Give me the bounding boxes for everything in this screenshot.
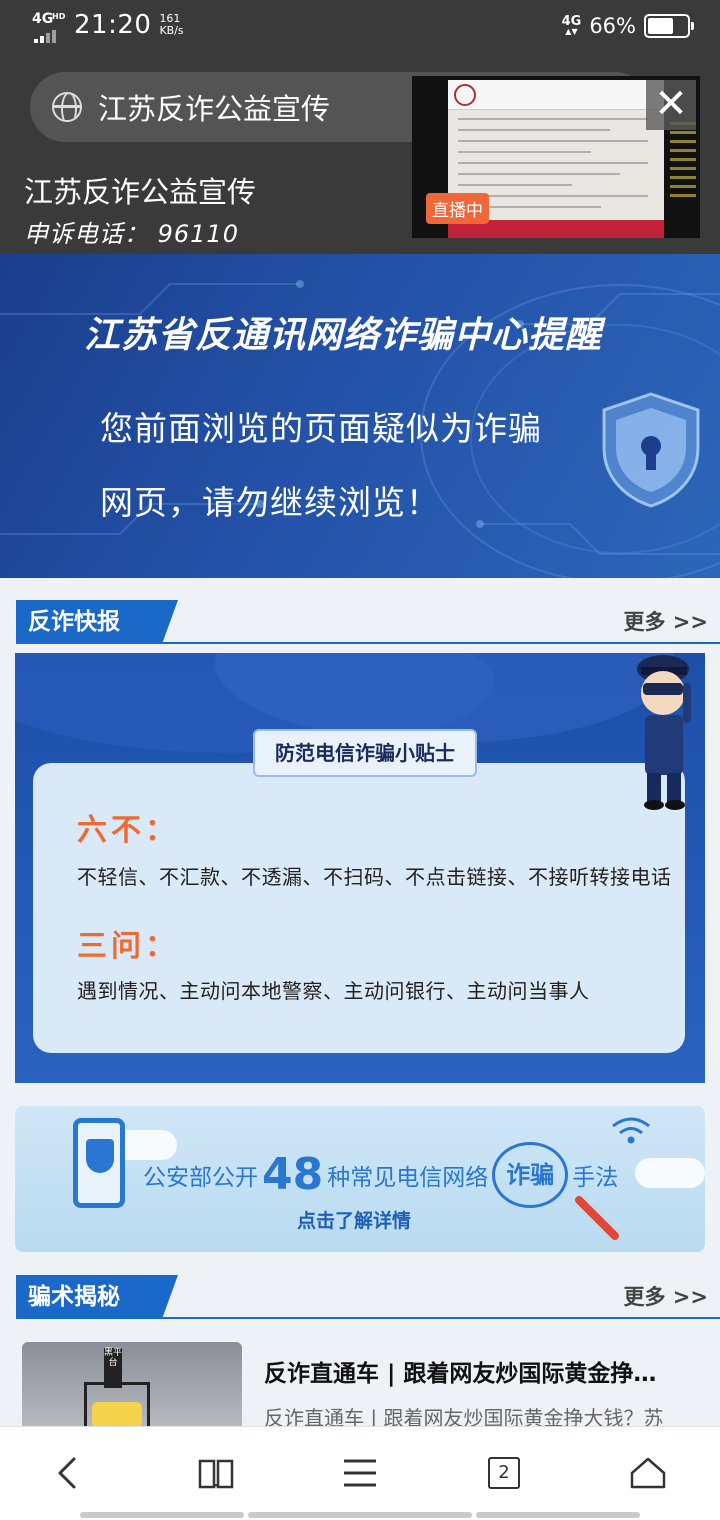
- home-icon: [630, 1457, 666, 1489]
- anti-fraud-tips-card[interactable]: 防范电信诈骗小贴士 六不： 不轻信、不汇款、不透漏、不扫码、不点击链接、不接听转…: [15, 653, 705, 1083]
- tips-heading-six-no: 六不：: [77, 813, 179, 848]
- speed-unit: KB/s: [159, 24, 184, 37]
- bottom-navigation: 2: [0, 1426, 720, 1520]
- article-thumbnail[interactable]: 黑平台: [22, 1342, 242, 1432]
- section-header-secrets: 骗术揭秘 更多 >>: [16, 1275, 720, 1319]
- live-badge: 直播中: [426, 193, 489, 224]
- wifi-icon: [612, 1117, 650, 1144]
- banner-message-line1: 您前面浏览的页面疑似为诈骗: [100, 409, 542, 448]
- section-tag-news: 反诈快报: [16, 600, 178, 644]
- back-button[interactable]: [30, 1427, 110, 1517]
- gesture-bar-right: [476, 1512, 640, 1518]
- status-left: 4G HD 21:20 161 KB/s: [32, 10, 184, 43]
- chevron-left-icon: [58, 1457, 76, 1489]
- methods-middle: 种常见电信网络: [327, 1165, 489, 1191]
- shield-lock-icon: [602, 392, 700, 508]
- article-title[interactable]: 反诈直通车 | 跟着网友炒国际黄金挣…: [264, 1354, 704, 1388]
- network-hd: HD: [52, 12, 66, 21]
- tips-text-three-ask: 遇到情况、主动问本地警察、主动问银行、主动问当事人: [77, 979, 590, 1003]
- methods-detail-link[interactable]: 点击了解详情: [297, 1206, 411, 1233]
- fraud-methods-card[interactable]: 公安部公开 48 种常见电信网络 诈骗 手法 点击了解详情: [15, 1106, 705, 1252]
- clock: 21:20: [74, 10, 152, 40]
- tips-label: 防范电信诈骗小贴士: [253, 729, 477, 777]
- battery-icon: [644, 14, 694, 38]
- network-type: 4G: [32, 11, 54, 27]
- tabs-button[interactable]: 2: [464, 1427, 544, 1517]
- globe-icon: [52, 92, 82, 122]
- gesture-bar-left: [80, 1512, 244, 1518]
- phone-shield-icon: [73, 1118, 125, 1208]
- methods-prefix: 公安部公开: [143, 1165, 258, 1191]
- tips-text-six-no: 不轻信、不汇款、不透漏、不扫码、不点击链接、不接听转接电话: [77, 865, 672, 889]
- gold-ingot-icon: [92, 1402, 142, 1428]
- more-link-secrets[interactable]: 更多 >>: [623, 1281, 708, 1311]
- status-bar: 4G HD 21:20 161 KB/s 4G ▲▼ 66%: [0, 0, 720, 56]
- home-button[interactable]: [608, 1427, 688, 1517]
- methods-suffix: 手法: [572, 1165, 619, 1191]
- magnifier-handle-icon: [575, 1196, 619, 1240]
- address-text: 江苏反诈公益宣传: [98, 92, 331, 126]
- network-indicator: 4G HD: [32, 10, 66, 43]
- network-speed: 161 KB/s: [159, 13, 183, 37]
- signal-icon: [34, 30, 56, 43]
- battery-percent: 66%: [589, 14, 636, 38]
- bookmarks-button[interactable]: [176, 1427, 256, 1517]
- section-header-news: 反诈快报 更多 >>: [16, 600, 720, 644]
- banner-message-line2: 网页，请勿继续浏览！: [100, 483, 440, 522]
- police-mascot-icon: [637, 655, 691, 810]
- gesture-bar-center: [248, 1512, 472, 1518]
- school-seal-icon: [454, 84, 476, 106]
- methods-title: 公安部公开 48 种常见电信网络 诈骗 手法: [143, 1142, 618, 1208]
- live-video-window[interactable]: 直播中 ✕: [412, 76, 700, 238]
- tabs-count: 2: [488, 1457, 520, 1489]
- close-icon[interactable]: ✕: [646, 80, 696, 130]
- network-4g-icon: 4G ▲▼: [561, 14, 582, 36]
- book-icon: [198, 1459, 234, 1489]
- site-title: 江苏反诈公益宣传: [24, 175, 257, 209]
- warning-banner: 江苏省反通讯网络诈骗中心提醒 您前面浏览的页面疑似为诈骗 网页，请勿继续浏览！: [0, 254, 720, 578]
- methods-number: 48: [262, 1149, 324, 1200]
- section-tag-secrets: 骗术揭秘: [16, 1275, 178, 1319]
- more-link-news[interactable]: 更多 >>: [623, 606, 708, 636]
- appeal-phone: 申诉电话： 96110: [24, 220, 239, 248]
- menu-button[interactable]: [320, 1427, 400, 1517]
- methods-circle: 诈骗: [492, 1142, 569, 1208]
- menu-icon: [344, 1459, 376, 1487]
- tips-heading-three-ask: 三问：: [77, 929, 179, 964]
- banner-title: 江苏省反通讯网络诈骗中心提醒: [84, 315, 603, 356]
- status-right: 4G ▲▼ 66%: [561, 14, 694, 38]
